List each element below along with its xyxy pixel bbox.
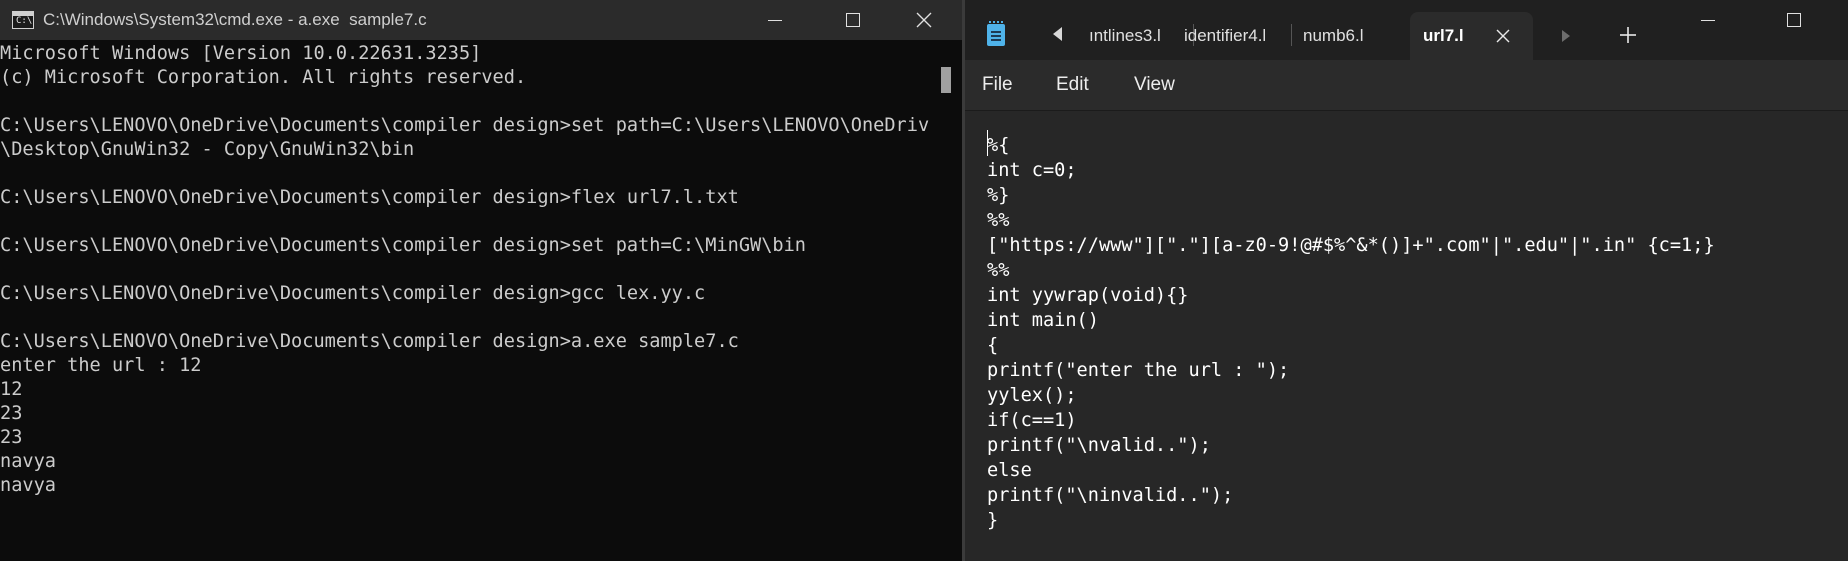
console-line: navya	[0, 475, 56, 496]
tab-numb6[interactable]: numb6.l	[1303, 12, 1393, 60]
console-line: 12	[0, 379, 23, 400]
console-line: \Desktop\GnuWin32 - Copy\GnuWin32\bin	[0, 139, 415, 160]
cmd-icon-text: C:\	[16, 16, 33, 26]
console-line: C:\Users\LENOVO\OneDrive\Documents\compi…	[0, 187, 739, 208]
cmd-console-icon[interactable]: C:\	[12, 11, 34, 29]
code-line: if(c==1)	[987, 410, 1077, 431]
tab-intlines3[interactable]: ıntlines3.l	[1089, 12, 1189, 60]
code-line: %%	[987, 210, 1010, 231]
menu-edit[interactable]: Edit	[1056, 60, 1089, 110]
console-line: C:\Users\LENOVO\OneDrive\Documents\compi…	[0, 283, 706, 304]
console-line: navya	[0, 451, 56, 472]
close-icon	[916, 12, 932, 28]
new-tab-icon[interactable]	[1619, 26, 1637, 44]
cmd-titlebar[interactable]: C:\ C:\Windows\System32\cmd.exe - a.exe …	[0, 0, 962, 40]
code-line: int main()	[987, 310, 1099, 331]
console-line: Microsoft Windows [Version 10.0.22631.32…	[0, 43, 482, 64]
minimize-icon	[1701, 19, 1715, 21]
cmd-scrollbar[interactable]	[938, 40, 954, 561]
code-line: int c=0;	[987, 160, 1077, 181]
code-line: int yywrap(void){}	[987, 285, 1189, 306]
console-line: 23	[0, 403, 23, 424]
cmd-minimize-button[interactable]	[747, 0, 803, 40]
console-line: enter the url : 12	[0, 355, 202, 376]
code-line: else	[987, 460, 1032, 481]
close-tab-icon[interactable]	[1496, 29, 1510, 43]
notepad-maximize-button[interactable]	[1766, 0, 1822, 40]
menu-file[interactable]: File	[982, 60, 1013, 110]
tab-scroll-right-icon[interactable]	[1562, 30, 1570, 42]
code-line: {	[987, 335, 999, 356]
menu-view[interactable]: View	[1134, 60, 1175, 110]
code-line: %}	[987, 185, 1010, 206]
code-line: %{	[987, 135, 1010, 156]
notepad-window: ıntlines3.l identifier4.l numb6.l url7.l…	[965, 0, 1848, 561]
maximize-icon	[846, 13, 860, 27]
notepad-editor[interactable]: %{ int c=0; %} %% ["https://www"]["."][a…	[965, 111, 1848, 561]
code-line: %%	[987, 260, 1010, 281]
tab-url7-label: url7.l	[1423, 26, 1464, 45]
code-line: ["https://www"]["."][a-z0-9!@#$%^&*()]+"…	[987, 235, 1715, 256]
minimize-icon	[768, 19, 782, 21]
console-line: (c) Microsoft Corporation. All rights re…	[0, 67, 527, 88]
tab-separator	[1291, 24, 1292, 46]
code-line: printf("\ninvalid..");	[987, 485, 1234, 506]
console-line: C:\Users\LENOVO\OneDrive\Documents\compi…	[0, 331, 739, 352]
code-text[interactable]: %{ int c=0; %} %% ["https://www"]["."][a…	[987, 133, 1837, 533]
cmd-window: C:\ C:\Windows\System32\cmd.exe - a.exe …	[0, 0, 962, 561]
cmd-window-title: C:\Windows\System32\cmd.exe - a.exe samp…	[43, 10, 427, 29]
tab-url7[interactable]: url7.l	[1410, 12, 1533, 60]
code-line: printf("\nvalid..");	[987, 435, 1211, 456]
code-line: yylex();	[987, 385, 1077, 406]
cmd-maximize-button[interactable]	[825, 0, 881, 40]
console-line: 23	[0, 427, 23, 448]
tab-scroll-left-icon[interactable]	[1053, 27, 1062, 41]
maximize-icon	[1787, 13, 1801, 27]
cmd-scrollbar-thumb[interactable]	[941, 67, 951, 93]
cmd-close-button[interactable]	[896, 0, 952, 40]
notepad-minimize-button[interactable]	[1680, 0, 1736, 40]
code-line: printf("enter the url : ");	[987, 360, 1290, 381]
code-line: }	[987, 510, 999, 531]
cmd-console-output[interactable]: Microsoft Windows [Version 10.0.22631.32…	[0, 42, 930, 561]
notepad-icon	[987, 21, 1005, 46]
console-line: C:\Users\LENOVO\OneDrive\Documents\compi…	[0, 235, 806, 256]
notepad-tab-bar[interactable]: ıntlines3.l identifier4.l numb6.l url7.l	[965, 0, 1848, 60]
notepad-menu-bar: File Edit View	[965, 60, 1848, 110]
console-line: C:\Users\LENOVO\OneDrive\Documents\compi…	[0, 115, 930, 136]
tab-identifier4[interactable]: identifier4.l	[1184, 12, 1304, 60]
